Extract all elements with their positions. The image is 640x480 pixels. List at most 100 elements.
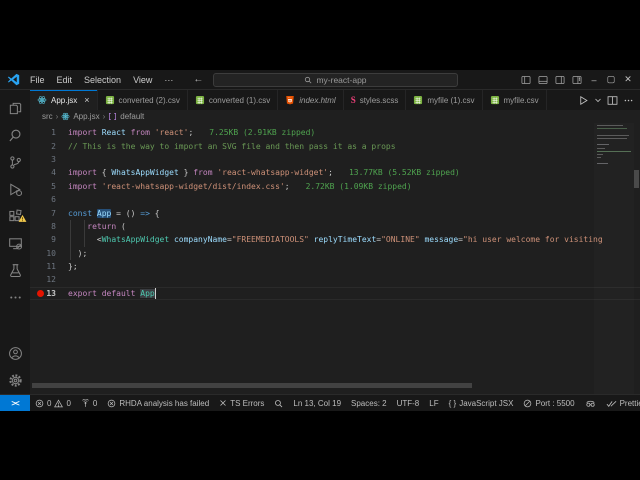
- html-icon: [285, 95, 295, 105]
- restore-button[interactable]: ▢: [603, 72, 619, 88]
- sidebar-item-search[interactable]: [0, 122, 30, 149]
- horizontal-scrollbar[interactable]: [32, 383, 472, 388]
- layout-customize-icon[interactable]: [569, 72, 585, 88]
- command-center-search[interactable]: my-react-app: [213, 73, 458, 87]
- breadcrumb-separator: ›: [56, 112, 59, 121]
- gutter[interactable]: 10: [30, 247, 68, 260]
- minimap-line: [597, 151, 631, 152]
- status-prettier[interactable]: Prettier: [601, 395, 640, 411]
- code-line-1: 1import React from 'react';7.25KB (2.91K…: [30, 126, 640, 139]
- code-line-5: 5import 'react-whatsapp-widget/dist/inde…: [30, 180, 640, 193]
- sidebar-item-more[interactable]: [0, 284, 30, 311]
- gutter[interactable]: 5: [30, 180, 68, 193]
- tab-converted-1-csv[interactable]: converted (1).csv: [188, 90, 278, 110]
- status-port[interactable]: Port : 5500: [518, 395, 579, 411]
- breadcrumb-file[interactable]: App.jsx: [73, 112, 99, 121]
- sidebar-item-source-control[interactable]: [0, 149, 30, 176]
- code-token: "hi user welcome for visiting: [463, 235, 603, 244]
- gutter[interactable]: 6: [30, 193, 68, 206]
- gutter[interactable]: 12: [30, 273, 68, 286]
- tab-myfile-csv[interactable]: myfile.csv: [483, 90, 547, 110]
- status-errors-warnings-label2: 0: [66, 399, 70, 408]
- sidebar-item-run-and-debug[interactable]: [0, 176, 30, 203]
- status-encoding[interactable]: UTF-8: [392, 395, 425, 411]
- split-editor-icon[interactable]: [607, 95, 618, 106]
- line-number: 9: [30, 235, 56, 244]
- gutter[interactable]: 11: [30, 260, 68, 273]
- sidebar-item-settings[interactable]: [0, 367, 30, 394]
- status-bar: ><000RHDA analysis has failedTS Errors L…: [0, 394, 640, 411]
- code-editor[interactable]: 1import React from 'react';7.25KB (2.91K…: [30, 123, 640, 394]
- warning-icon: [54, 399, 63, 408]
- status-remote[interactable]: ><: [0, 395, 30, 411]
- status-rhda[interactable]: RHDA analysis has failed: [102, 395, 214, 411]
- status-errors-warnings[interactable]: 00: [30, 395, 76, 411]
- letterbox-top: [0, 0, 640, 70]
- status-language-mode[interactable]: { }JavaScript JSX: [444, 395, 519, 411]
- close-button[interactable]: ✕: [620, 72, 636, 88]
- close-icon[interactable]: ×: [84, 95, 89, 105]
- double-check-icon: [606, 399, 617, 408]
- tab-myfile-1-csv[interactable]: myfile (1).csv: [406, 90, 482, 110]
- status-cursor-position[interactable]: Ln 13, Col 19: [288, 395, 346, 411]
- window-controls: – ▢ ✕: [518, 72, 640, 88]
- csv-icon: [195, 95, 205, 105]
- breakpoint-dot[interactable]: [37, 290, 44, 297]
- code-token: }: [179, 168, 193, 177]
- tab-app-jsx[interactable]: App.jsx×: [30, 90, 98, 110]
- status-ts-errors[interactable]: TS Errors: [214, 395, 269, 411]
- search-value: my-react-app: [316, 75, 366, 85]
- menu-file[interactable]: File: [24, 70, 51, 89]
- react-icon: [37, 95, 47, 105]
- layout-sidebar-right-icon[interactable]: [552, 72, 568, 88]
- status-indentation[interactable]: Spaces: 2: [346, 395, 392, 411]
- menu-view[interactable]: View: [127, 70, 158, 89]
- gutter[interactable]: 4: [30, 166, 68, 179]
- breadcrumb-symbol[interactable]: default: [120, 112, 144, 121]
- sidebar-item-testing[interactable]: [0, 257, 30, 284]
- activity-bar: [0, 90, 30, 394]
- sidebar-item-explorer[interactable]: [0, 95, 30, 122]
- scss-icon: S: [351, 95, 356, 105]
- sidebar-item-extensions[interactable]: [0, 203, 30, 230]
- status-copilot[interactable]: [580, 395, 601, 411]
- menu-[interactable]: ···: [158, 70, 179, 89]
- menu-bar: FileEditSelectionView···: [24, 70, 179, 89]
- tab-styles-scss[interactable]: Sstyles.scss: [344, 90, 407, 110]
- source-control-icon: [8, 155, 23, 170]
- chevron-down-icon[interactable]: [594, 96, 602, 104]
- run-icon[interactable]: [578, 95, 589, 106]
- gutter[interactable]: 13: [30, 287, 68, 300]
- gutter[interactable]: 2: [30, 139, 68, 152]
- minimize-button[interactable]: –: [586, 72, 602, 88]
- gutter[interactable]: 1: [30, 126, 68, 139]
- breadcrumb-src[interactable]: src: [42, 112, 53, 121]
- tab-label: styles.scss: [360, 96, 399, 105]
- layout-panel-icon[interactable]: [535, 72, 551, 88]
- code-token: App: [140, 289, 154, 298]
- gutter[interactable]: 9: [30, 233, 68, 246]
- search-icon: [274, 399, 283, 408]
- sidebar-item-accounts[interactable]: [0, 340, 30, 367]
- minimap-line: [597, 128, 627, 129]
- vertical-scrollbar[interactable]: [634, 170, 639, 188]
- gutter[interactable]: 8: [30, 220, 68, 233]
- gutter[interactable]: 7: [30, 206, 68, 219]
- back-arrow-icon[interactable]: ←: [193, 74, 203, 85]
- status-eol[interactable]: LF: [424, 395, 443, 411]
- tab-converted-2-csv[interactable]: converted (2).csv: [98, 90, 188, 110]
- tab-index-html[interactable]: index.html: [278, 90, 343, 110]
- menu-selection[interactable]: Selection: [78, 70, 127, 89]
- more-actions-icon[interactable]: [623, 95, 634, 106]
- minimap[interactable]: [594, 123, 634, 394]
- code-token: 7.25KB (2.91KB zipped): [209, 128, 315, 137]
- gutter[interactable]: 3: [30, 153, 68, 166]
- status-search[interactable]: [269, 395, 288, 411]
- menu-edit[interactable]: Edit: [51, 70, 79, 89]
- layout-sidebar-left-icon[interactable]: [518, 72, 534, 88]
- account-icon: [8, 346, 23, 361]
- code-token: ;: [328, 168, 333, 177]
- status-ports[interactable]: 0: [76, 395, 102, 411]
- more-icon: [8, 290, 23, 305]
- sidebar-item-remote-explorer[interactable]: [0, 230, 30, 257]
